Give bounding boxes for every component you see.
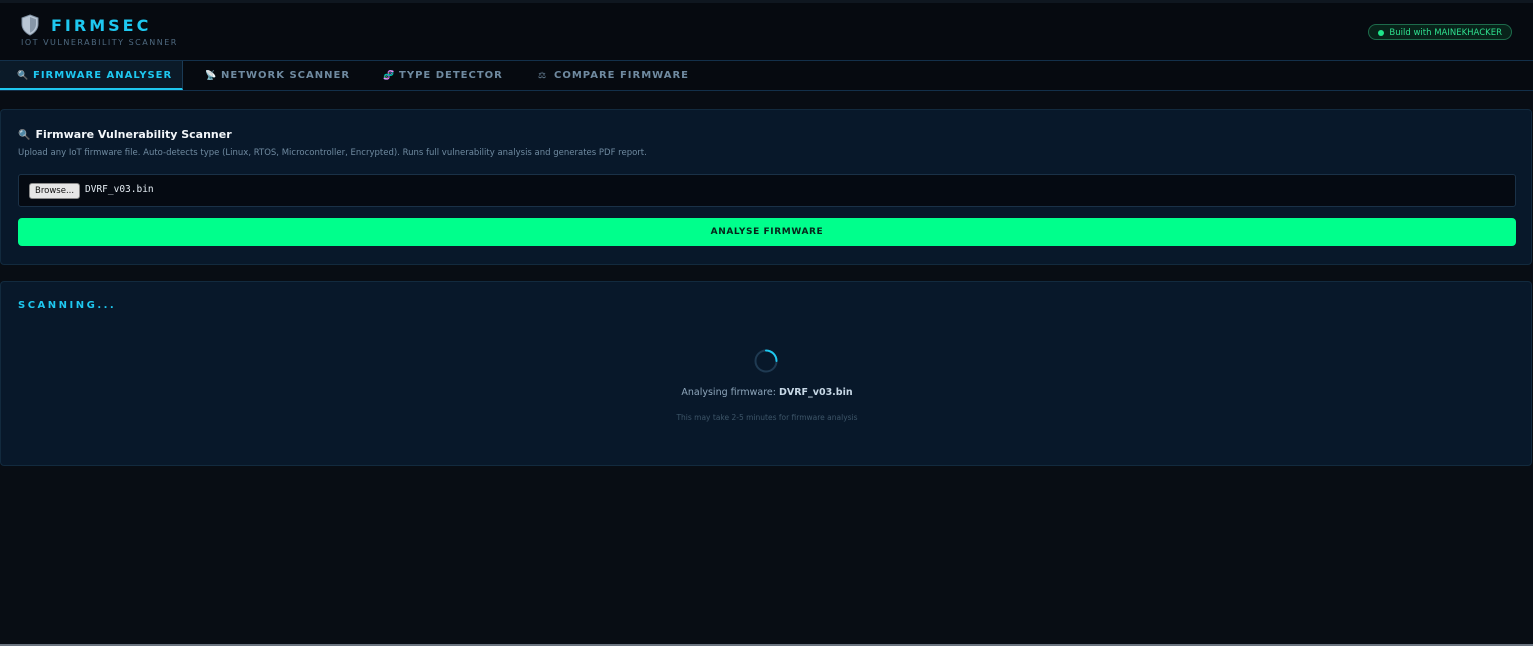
scanner-title-text: Firmware Vulnerability Scanner	[35, 128, 232, 141]
analysing-file-name: DVRF_v03.bin	[778, 387, 853, 398]
tab-network-scanner[interactable]: 📡 NETWORK SCANNER	[205, 61, 350, 90]
app-window: FIRMSEC IOT VULNERABILITY SCANNER Build …	[0, 0, 1533, 646]
tab-label: COMPARE FIRMWARE	[554, 70, 690, 81]
build-badge-label: Build with MAINEKHACKER	[1389, 28, 1502, 38]
analysing-message: Analysing firmware: DVRF_v03.bin	[1, 387, 1533, 398]
selected-file-name: DVRF_v03.bin	[85, 184, 154, 195]
satellite-icon: 📡	[205, 71, 218, 81]
analyse-firmware-button[interactable]: ANALYSE FIRMWARE	[18, 218, 1516, 246]
tab-label: FIRMWARE ANALYSER	[33, 70, 173, 81]
scanner-description: Upload any IoT firmware file. Auto-detec…	[18, 148, 647, 158]
tab-firmware-analyser[interactable]: 🔍 FIRMWARE ANALYSER	[0, 61, 183, 90]
shield-icon	[21, 14, 39, 36]
scan-status: SCANNING...	[18, 300, 117, 311]
dna-icon: 🧬	[383, 71, 396, 81]
tab-bar: 🔍 FIRMWARE ANALYSER 📡 NETWORK SCANNER 🧬 TYP…	[0, 61, 1533, 91]
tab-label: NETWORK SCANNER	[221, 70, 351, 81]
tab-label: TYPE DETECTOR	[399, 70, 503, 81]
loading-spinner-icon	[754, 349, 778, 373]
status-dot-icon	[1378, 30, 1385, 36]
app-subtitle: IOT VULNERABILITY SCANNER	[21, 38, 178, 47]
analysing-prefix: Analysing firmware:	[681, 387, 779, 398]
progress-card: SCANNING... Analysing firmware: DVRF_v03…	[0, 281, 1532, 466]
magnifier-icon: 🔍	[18, 130, 31, 141]
browse-button[interactable]: Browse...	[29, 183, 81, 199]
scales-icon: ⚖	[538, 71, 548, 81]
tab-compare-firmware[interactable]: ⚖ COMPARE FIRMWARE	[538, 61, 689, 90]
magnifier-icon: 🔍	[17, 71, 30, 81]
app-title: FIRMSEC	[51, 16, 152, 35]
firmware-file-input[interactable]: Browse... DVRF_v03.bin	[18, 174, 1516, 207]
analysis-time-hint: This may take 2-5 minutes for firmware a…	[676, 413, 858, 422]
app-header: FIRMSEC IOT VULNERABILITY SCANNER Build …	[0, 3, 1533, 61]
tab-type-detector[interactable]: 🧬 TYPE DETECTOR	[383, 61, 503, 90]
scanner-card: 🔍 Firmware Vulnerability Scanner Upload a…	[0, 109, 1532, 265]
build-badge[interactable]: Build with MAINEKHACKER	[1368, 24, 1512, 40]
scanner-title: 🔍 Firmware Vulnerability Scanner	[18, 128, 232, 141]
